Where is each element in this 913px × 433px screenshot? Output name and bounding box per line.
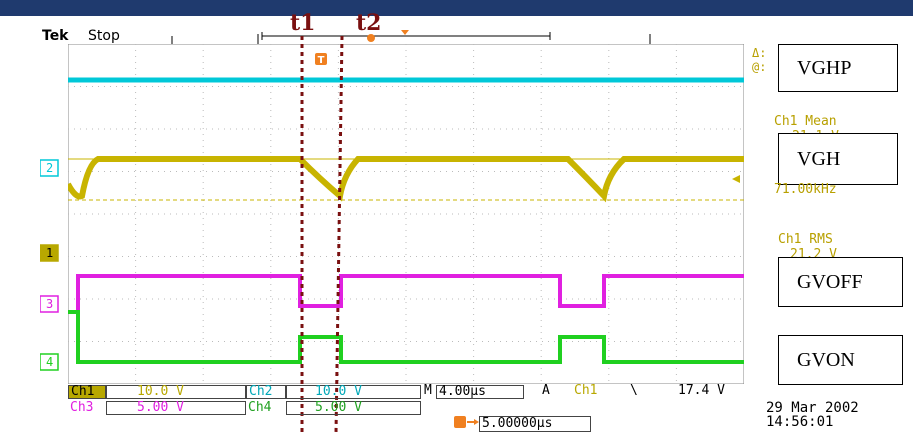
gvoff-label: GVOFF xyxy=(797,270,863,293)
oscilloscope-screenshot: Tek Stop t1 t2 T 2 1 3 4 Δ: @: VGHP Ch1 … xyxy=(0,0,913,433)
ch1-marker: 1 xyxy=(40,244,59,262)
trigger-level[interactable]: 17.4 V xyxy=(678,383,725,398)
time-label: 14:56:01 xyxy=(766,414,834,430)
vgh-label: VGH xyxy=(797,147,841,170)
trigger-position-icon xyxy=(454,416,479,428)
timebase-value: 4.00μs xyxy=(439,384,486,399)
ch3-scale: 5.00 V xyxy=(137,400,184,415)
frequency-value: 71.00kHz xyxy=(774,182,837,197)
ch3-name[interactable]: Ch3 xyxy=(70,400,93,415)
timebase-m-label: M xyxy=(424,383,432,398)
vghp-label: VGHP xyxy=(797,56,852,79)
ch2-scale-cell[interactable]: 10.0 V xyxy=(286,384,421,399)
svg-text:3: 3 xyxy=(46,297,53,311)
rms-label: Ch1 RMS xyxy=(778,232,833,247)
at-label: @: xyxy=(752,60,767,74)
vghp-box: VGHP xyxy=(778,44,898,92)
ch1-scale: 10.0 V xyxy=(137,384,184,399)
ch1-name: Ch1 xyxy=(71,384,95,399)
cursor-t2-line xyxy=(334,35,344,433)
ch3-marker: 3 xyxy=(40,295,59,313)
ch2-scale: 10.0 V xyxy=(315,384,362,399)
gvon-label: GVON xyxy=(797,348,855,371)
mean-label: Ch1 Mean xyxy=(774,114,837,129)
svg-text:2: 2 xyxy=(46,161,53,175)
channel-markers[interactable]: 2 1 3 4 xyxy=(40,150,70,380)
ch1-level-arrow-icon xyxy=(732,175,740,183)
timebase-cell[interactable]: 4.00μs xyxy=(436,384,524,399)
ch1-name-cell[interactable]: Ch1 xyxy=(68,384,106,399)
gvoff-box: GVOFF xyxy=(778,257,903,307)
ch4-scale: 5.00 V xyxy=(315,400,362,415)
trigger-position-value: 5.00000μs xyxy=(482,416,553,431)
ch4-scale-cell[interactable]: 5.00 V xyxy=(286,400,421,415)
ch2-name-cell[interactable]: Ch2 xyxy=(246,384,286,399)
ch4-name[interactable]: Ch4 xyxy=(248,400,271,415)
trigger-slope-icon[interactable]: \ xyxy=(630,383,638,398)
cursor-lines[interactable] xyxy=(0,0,913,433)
ch3-scale-cell[interactable]: 5.00 V xyxy=(106,400,246,415)
gvon-box: GVON xyxy=(778,335,903,385)
vgh-box: VGH xyxy=(778,133,898,185)
trigger-position-cell[interactable]: 5.00000μs xyxy=(479,416,591,432)
svg-text:4: 4 xyxy=(46,355,53,369)
delta-label: Δ: xyxy=(752,46,767,60)
ch4-marker: 4 xyxy=(40,353,59,371)
ch1-scale-cell[interactable]: 10.0 V xyxy=(106,384,246,399)
trigger-mode: A xyxy=(542,383,550,398)
trigger-source[interactable]: Ch1 xyxy=(574,383,597,398)
ch2-name: Ch2 xyxy=(249,384,273,399)
ch2-marker: 2 xyxy=(40,159,59,177)
svg-text:1: 1 xyxy=(46,246,53,260)
